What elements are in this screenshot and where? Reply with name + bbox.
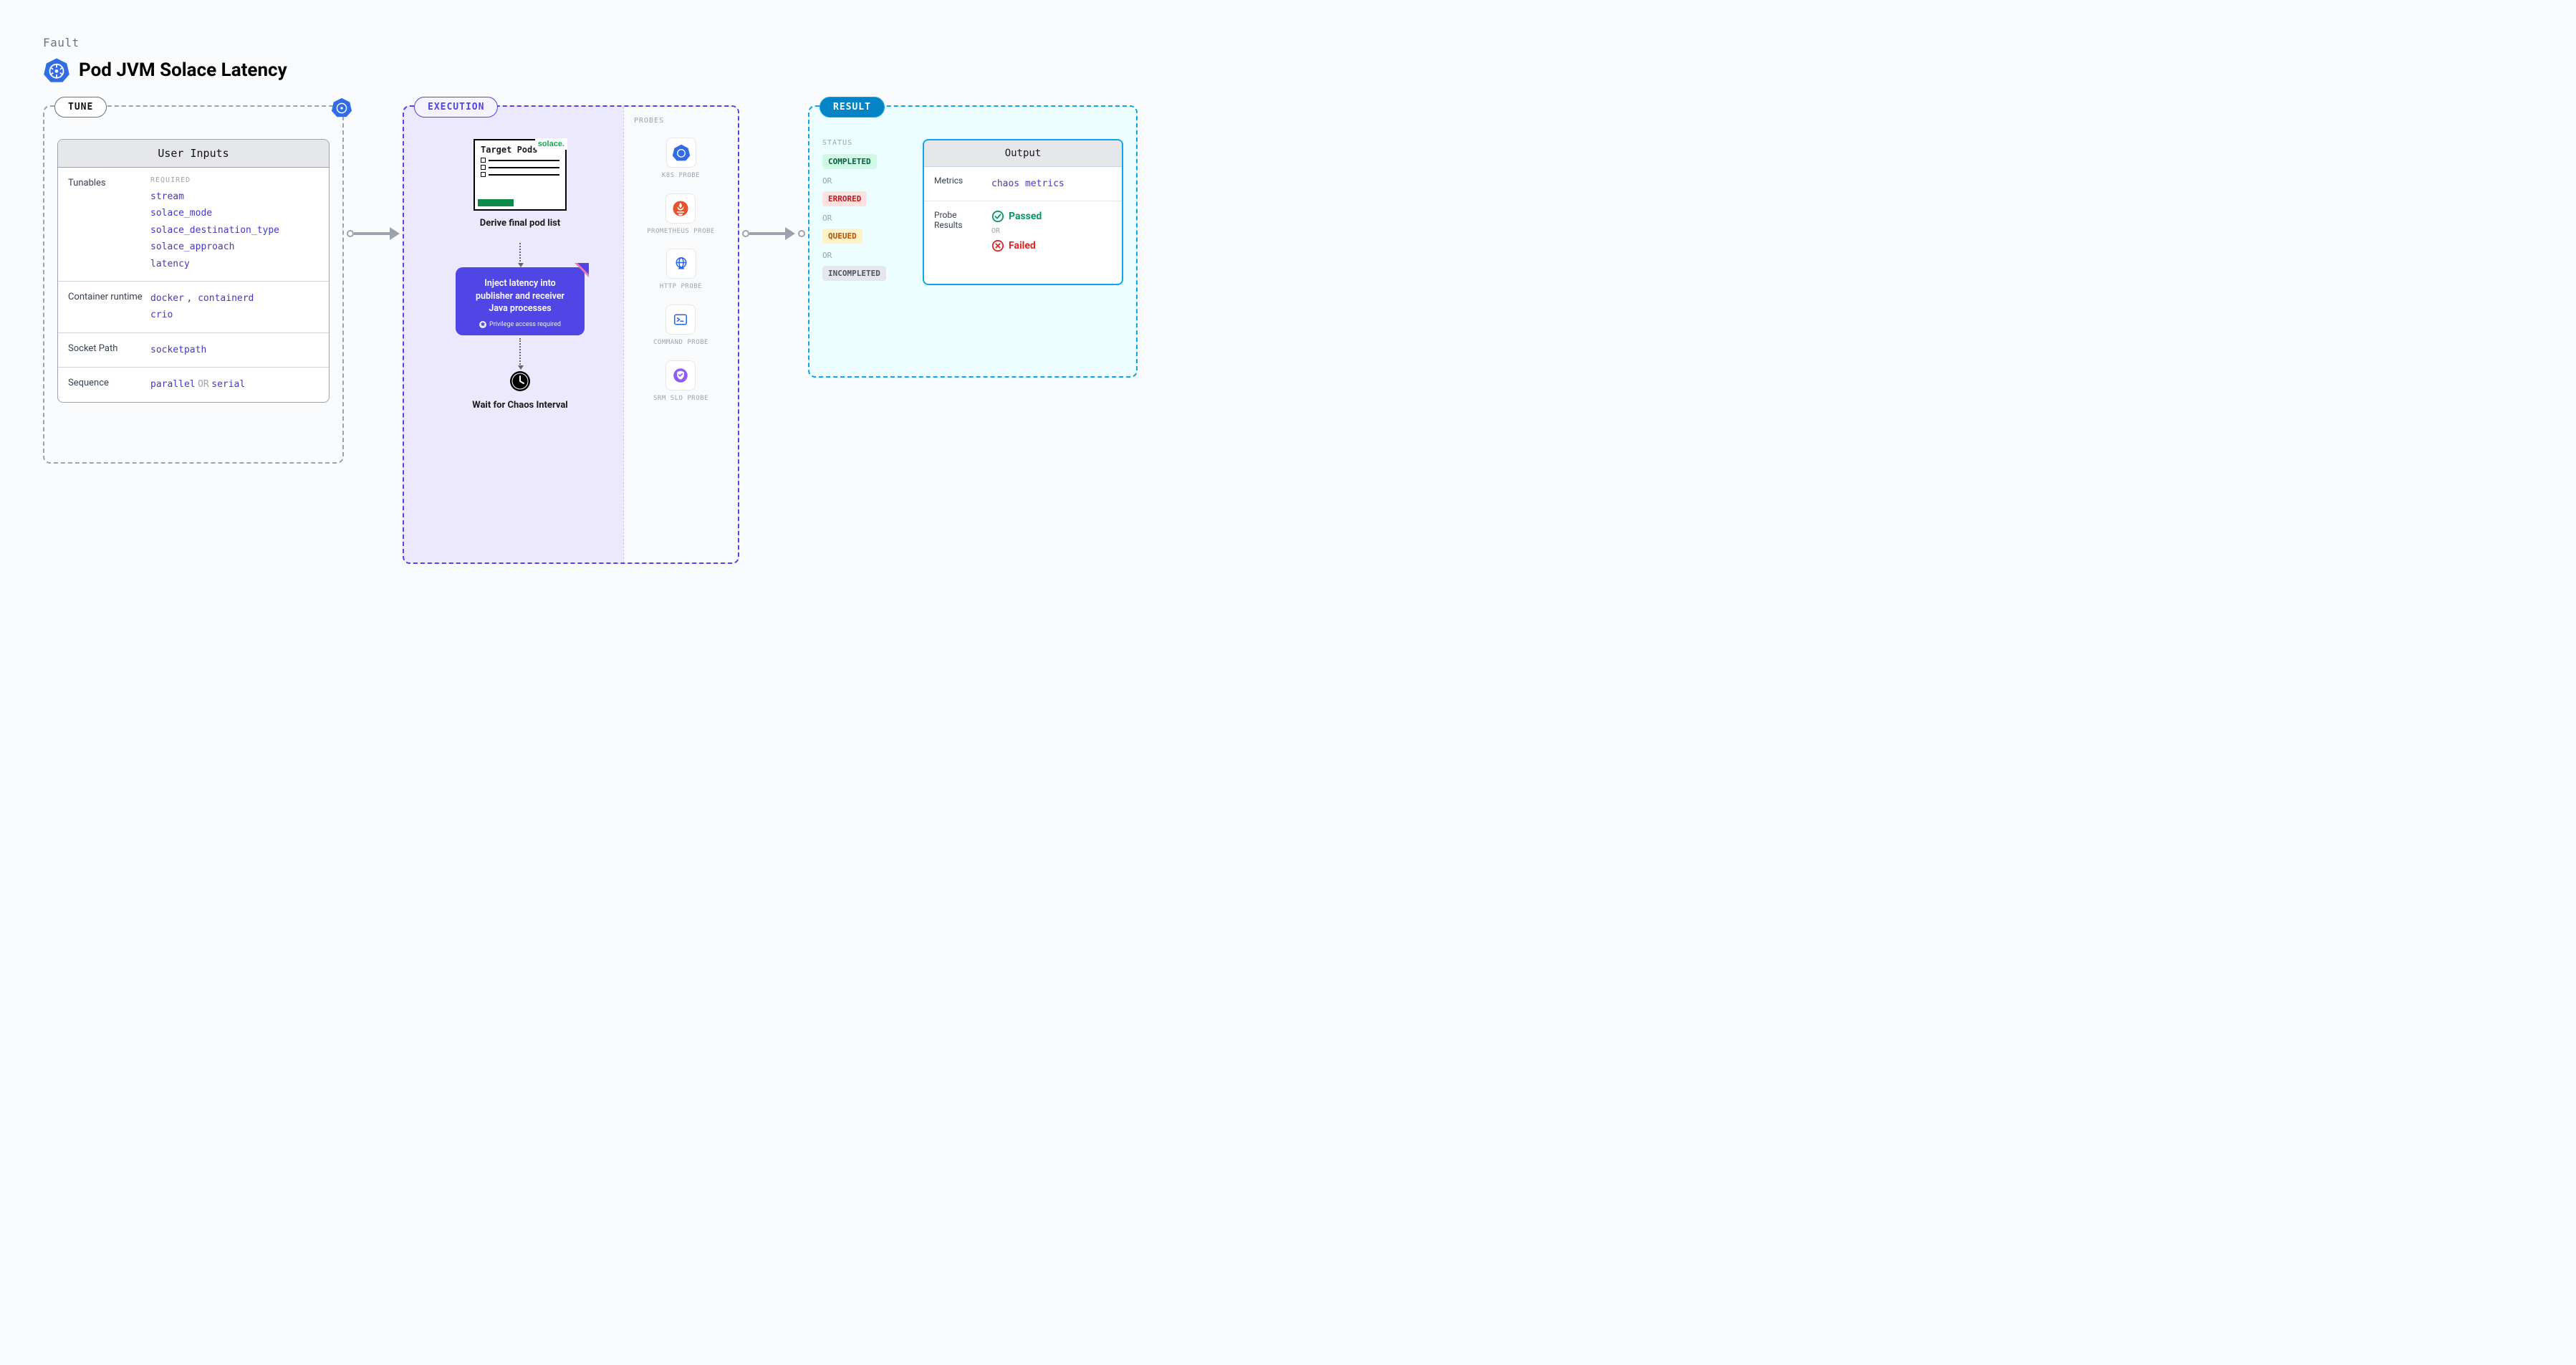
arrow-down-icon	[519, 243, 521, 264]
or-text: OR	[822, 251, 908, 260]
step-derive-label: Derive final pod list	[480, 218, 560, 229]
runtime-value: containerd	[198, 293, 254, 304]
status-column: STATUS COMPLETED OR ERRORED OR QUEUED OR…	[822, 139, 908, 285]
probe-results-row: Probe Results Passed OR Failed	[924, 201, 1122, 261]
tune-panel: TUNE User Inputs Tunables REQUIRED strea…	[43, 105, 344, 464]
passed-text: Passed	[1009, 211, 1042, 222]
card-header: User Inputs	[58, 140, 329, 168]
row-label: Container runtime	[68, 290, 143, 324]
tunables-row: Tunables REQUIRED stream solace_mode sol…	[58, 168, 329, 282]
probe-srm: SRM SLO PROBE	[653, 360, 708, 403]
container-runtime-row: Container runtime docker , containerd cr…	[58, 282, 329, 333]
row-label: Sequence	[68, 376, 143, 393]
probe-label: K8S PROBE	[662, 172, 700, 181]
required-label: REQUIRED	[150, 176, 319, 184]
check-circle-icon	[991, 210, 1004, 223]
prometheus-icon	[665, 193, 696, 224]
probes-title: PROBES	[630, 117, 664, 125]
sequence-row: Sequence parallel OR serial	[58, 368, 329, 401]
diagram-panels: TUNE User Inputs Tunables REQUIRED strea…	[43, 105, 2533, 564]
or-text: OR	[822, 176, 908, 186]
runtime-value: crio	[150, 307, 319, 323]
page-title: Pod JVM Solace Latency	[79, 59, 287, 81]
header: Fault Pod JVM Solace Latency	[43, 36, 2533, 84]
probe-http: HTTP PROBE	[660, 249, 702, 292]
privilege-note: ✱Privilege access required	[467, 321, 573, 328]
status-badge-queued: QUEUED	[822, 229, 862, 244]
socket-value: socketpath	[150, 345, 206, 355]
metrics-label: Metrics	[934, 176, 984, 192]
socket-path-row: Socket Path socketpath	[58, 333, 329, 368]
globe-icon	[666, 249, 696, 279]
sequence-value: serial	[211, 379, 245, 390]
execution-panel: EXECUTION solace. Target Pods Derive fin…	[403, 105, 739, 564]
status-badge-errored: ERRORED	[822, 191, 867, 206]
terminal-icon	[665, 305, 696, 335]
kubernetes-icon	[331, 97, 352, 118]
corner-decoration-icon	[575, 263, 589, 277]
row-label: Socket Path	[68, 342, 143, 358]
failed-status: Failed	[991, 239, 1042, 252]
probe-results-label: Probe Results	[934, 210, 984, 252]
inject-card: Inject latency into publisher and receiv…	[456, 267, 585, 335]
tunable-value: solace_mode	[150, 205, 319, 221]
row-label: Tunables	[68, 176, 143, 272]
probe-k8s: K8S PROBE	[662, 138, 700, 181]
sequence-value: parallel	[150, 379, 196, 390]
tune-label: TUNE	[54, 97, 107, 118]
tunable-value: latency	[150, 256, 319, 272]
probe-command: COMMAND PROBE	[653, 305, 708, 348]
x-circle-icon	[991, 239, 1004, 252]
tunable-value: solace_approach	[150, 239, 319, 255]
failed-text: Failed	[1009, 240, 1036, 252]
probe-label: COMMAND PROBE	[653, 339, 708, 348]
user-inputs-card: User Inputs Tunables REQUIRED stream sol…	[57, 139, 330, 403]
arrow-connector	[739, 227, 808, 240]
or-keyword: OR	[198, 379, 209, 390]
kicker-label: Fault	[43, 36, 2533, 49]
probes-section: PROBES K8S PROBE PROMETHEUS PROBE HTTP P…	[623, 107, 738, 562]
execution-label: EXECUTION	[414, 97, 498, 118]
shield-check-icon	[665, 360, 696, 391]
probe-label: SRM SLO PROBE	[653, 395, 708, 403]
privilege-text: Privilege access required	[489, 321, 561, 328]
status-badge-incompleted: INCOMPLETED	[822, 266, 886, 281]
clock-icon	[509, 370, 532, 393]
metrics-row: Metrics chaos metrics	[924, 167, 1122, 201]
inject-text: Inject latency into publisher and receiv…	[467, 277, 573, 315]
kubernetes-icon	[666, 138, 696, 168]
output-header: Output	[924, 140, 1122, 167]
result-panel: RESULT STATUS COMPLETED OR ERRORED OR QU…	[808, 105, 1138, 378]
target-pods-card: solace. Target Pods	[474, 139, 567, 211]
separator: ,	[186, 293, 198, 304]
solace-tag: solace.	[535, 138, 567, 150]
runtime-value: docker	[150, 293, 184, 304]
passed-status: Passed	[991, 210, 1042, 223]
status-badge-completed: COMPLETED	[822, 154, 877, 169]
metrics-value: chaos metrics	[991, 176, 1064, 192]
or-text: OR	[991, 227, 1042, 235]
tunable-value: stream	[150, 188, 319, 205]
probe-prometheus: PROMETHEUS PROBE	[647, 193, 715, 236]
tunable-value: solace_destination_type	[150, 222, 319, 239]
result-label: RESULT	[820, 97, 885, 118]
step-wait-label: Wait for Chaos Interval	[472, 400, 567, 411]
status-title: STATUS	[822, 139, 908, 147]
arrow-connector	[344, 227, 403, 240]
probe-label: HTTP PROBE	[660, 283, 702, 292]
kubernetes-icon	[43, 57, 70, 84]
or-text: OR	[822, 214, 908, 223]
output-card: Output Metrics chaos metrics Probe Resul…	[923, 139, 1123, 285]
probe-label: PROMETHEUS PROBE	[647, 228, 715, 236]
arrow-down-icon	[519, 338, 521, 367]
